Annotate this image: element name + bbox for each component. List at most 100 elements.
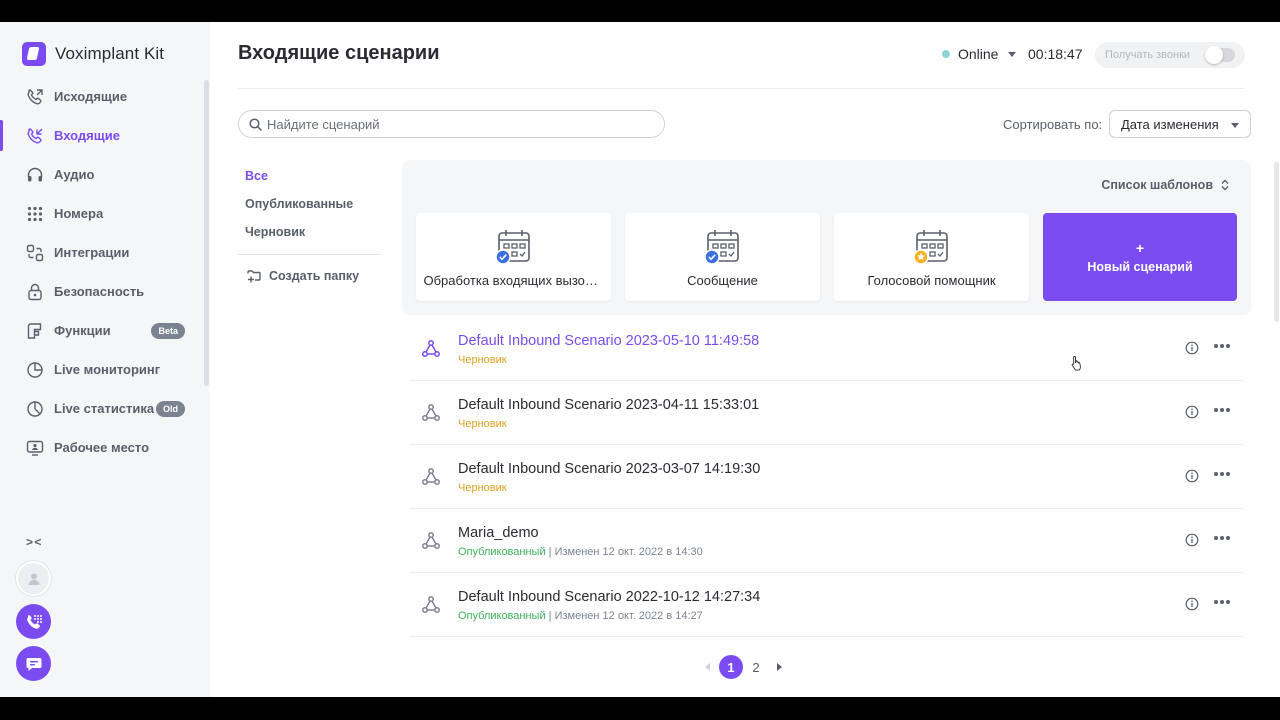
voximplant-logo-icon [22,42,46,66]
more-options-icon[interactable] [1214,408,1230,412]
sidebar-item-1[interactable]: Исходящие [0,77,205,116]
templates-list-toggle[interactable]: Список шаблонов [1101,178,1229,192]
scenario-row[interactable]: Default Inbound Scenario 2022-10-12 14:2… [410,573,1244,637]
scenario-title[interactable]: Maria_demo [458,525,539,541]
sidebar-item-6[interactable]: Безопасность [0,272,205,311]
sidebar-item-7[interactable]: Функции Beta [0,311,205,350]
lock-icon [25,282,44,301]
sidebar-item-5[interactable]: Интеграции [0,233,205,272]
calendar-template-icon [704,230,739,264]
chevron-down-icon [1008,51,1017,57]
template-card-name: Обработка входящих вызовов [423,273,604,288]
search-box[interactable] [238,110,665,138]
scenario-row[interactable]: Default Inbound Scenario 2023-03-07 14:1… [410,445,1244,509]
info-icon[interactable] [1185,533,1199,547]
scenario-status: Черновик [458,482,507,494]
sidebar-item-3[interactable]: Аудио [0,155,205,194]
toggle-switch[interactable] [1205,46,1235,64]
prev-page-icon[interactable] [705,663,710,671]
scenario-row[interactable]: Maria_demo Опубликованный | Изменен 12 о… [410,509,1244,573]
sidebar-nav: Исходящие Входящие Аудио Номера Интеграц… [0,77,205,467]
main-scrollbar[interactable] [1274,162,1279,322]
scenario-title[interactable]: Default Inbound Scenario 2023-05-10 11:4… [458,333,759,349]
more-options-icon[interactable] [1214,600,1230,604]
sidebar-item-label: Безопасность [54,284,145,299]
sidebar-item-badge: Old [156,400,185,417]
outgoing-call-icon [25,87,44,106]
monitoring-icon [25,360,44,379]
calendar-template-icon [495,230,530,264]
receive-calls-label: Получать звонки [1105,49,1191,61]
status-dropdown[interactable]: Online [942,46,1017,62]
app-window: Voximplant Kit Исходящие Входящие Аудио … [0,22,1280,697]
filter-2[interactable]: Опубликованные [238,190,381,218]
session-timer: 00:18:47 [1028,46,1083,62]
scenario-title[interactable]: Default Inbound Scenario 2023-04-11 15:3… [458,397,759,413]
info-icon[interactable] [1185,341,1199,355]
scenario-status: Опубликованный [458,546,546,558]
support-chat-button[interactable] [16,646,51,681]
new-scenario-button[interactable]: + Новый сценарий [1043,213,1237,301]
scenario-flow-icon [421,339,441,359]
sidebar-item-label: Live мониторинг [54,362,161,377]
integrations-icon [25,243,44,262]
filter-1[interactable]: Все [238,162,381,190]
info-icon[interactable] [1185,405,1199,419]
create-folder-button[interactable]: Создать папку [238,262,381,290]
scenario-meta: Опубликованный | Изменен 12 окт. 2022 в … [458,610,703,622]
scenario-flow-icon [422,340,440,357]
incoming-call-icon [25,126,44,145]
receive-calls-toggle[interactable]: Получать звонки [1095,42,1245,68]
sidebar-item-2[interactable]: Входящие [0,116,205,155]
more-options-icon[interactable] [1214,472,1230,476]
info-icon[interactable] [1185,469,1199,483]
scenario-flow-icon [422,468,440,485]
template-card-2[interactable]: Сообщение [625,213,820,301]
scenario-status: Черновик [458,418,507,430]
plus-icon: + [1135,239,1145,256]
scenario-list: Default Inbound Scenario 2023-05-10 11:4… [410,317,1244,637]
sidebar-item-8[interactable]: Live мониторинг [0,350,205,389]
page-button-2[interactable]: 2 [744,655,768,679]
chat-bubble-icon [26,657,41,671]
scenario-meta: Опубликованный | Изменен 12 окт. 2022 в … [458,546,703,558]
softphone-button[interactable] [16,604,51,639]
collapse-sidebar-button[interactable]: > < [26,535,41,549]
more-options-icon[interactable] [1214,344,1230,348]
scenario-meta: Черновик [458,354,507,366]
chevron-down-icon [1231,123,1239,128]
sidebar-item-label: Входящие [54,128,120,143]
template-card-3[interactable]: Голосовой помощник [834,213,1029,301]
create-folder-label: Создать папку [269,269,360,283]
scenario-flow-icon [421,467,441,487]
sidebar-item-4[interactable]: Номера [0,194,205,233]
template-card-1[interactable]: Обработка входящих вызовов [416,213,611,301]
sidebar-item-9[interactable]: Live статистика Old [0,389,205,428]
sidebar-item-10[interactable]: Рабочее место [0,428,205,467]
sidebar-item-label: Live статистика [54,401,155,416]
brand[interactable]: Voximplant Kit [22,42,164,66]
scenario-row[interactable]: Default Inbound Scenario 2023-05-10 11:4… [410,317,1244,381]
info-icon[interactable] [1185,597,1199,611]
scenario-title[interactable]: Default Inbound Scenario 2023-03-07 14:1… [458,461,760,477]
next-page-icon[interactable] [777,663,782,671]
page-button-1[interactable]: 1 [719,655,743,679]
more-options-icon[interactable] [1214,536,1230,540]
sidebar-item-badge: Beta [151,322,185,339]
phone-dialpad-icon [26,614,42,629]
filter-3[interactable]: Черновик [238,218,381,246]
scenario-row[interactable]: Default Inbound Scenario 2023-04-11 15:3… [410,381,1244,445]
sidebar: Voximplant Kit Исходящие Входящие Аудио … [0,22,210,697]
sidebar-item-label: Аудио [54,167,95,182]
sidebar-scrollbar[interactable] [204,80,209,386]
scenario-title[interactable]: Default Inbound Scenario 2022-10-12 14:2… [458,589,760,605]
chevron-up-down-icon [1221,179,1229,191]
scenario-modified: | Изменен 12 окт. 2022 в 14:30 [545,546,703,558]
sort-select[interactable]: Дата изменения [1109,110,1251,138]
filters-divider [238,254,381,255]
scenario-flow-icon [422,532,440,549]
search-input[interactable] [267,116,647,132]
scenario-meta: Черновик [458,482,507,494]
user-avatar-button[interactable] [16,561,51,596]
header-divider [238,88,1244,89]
